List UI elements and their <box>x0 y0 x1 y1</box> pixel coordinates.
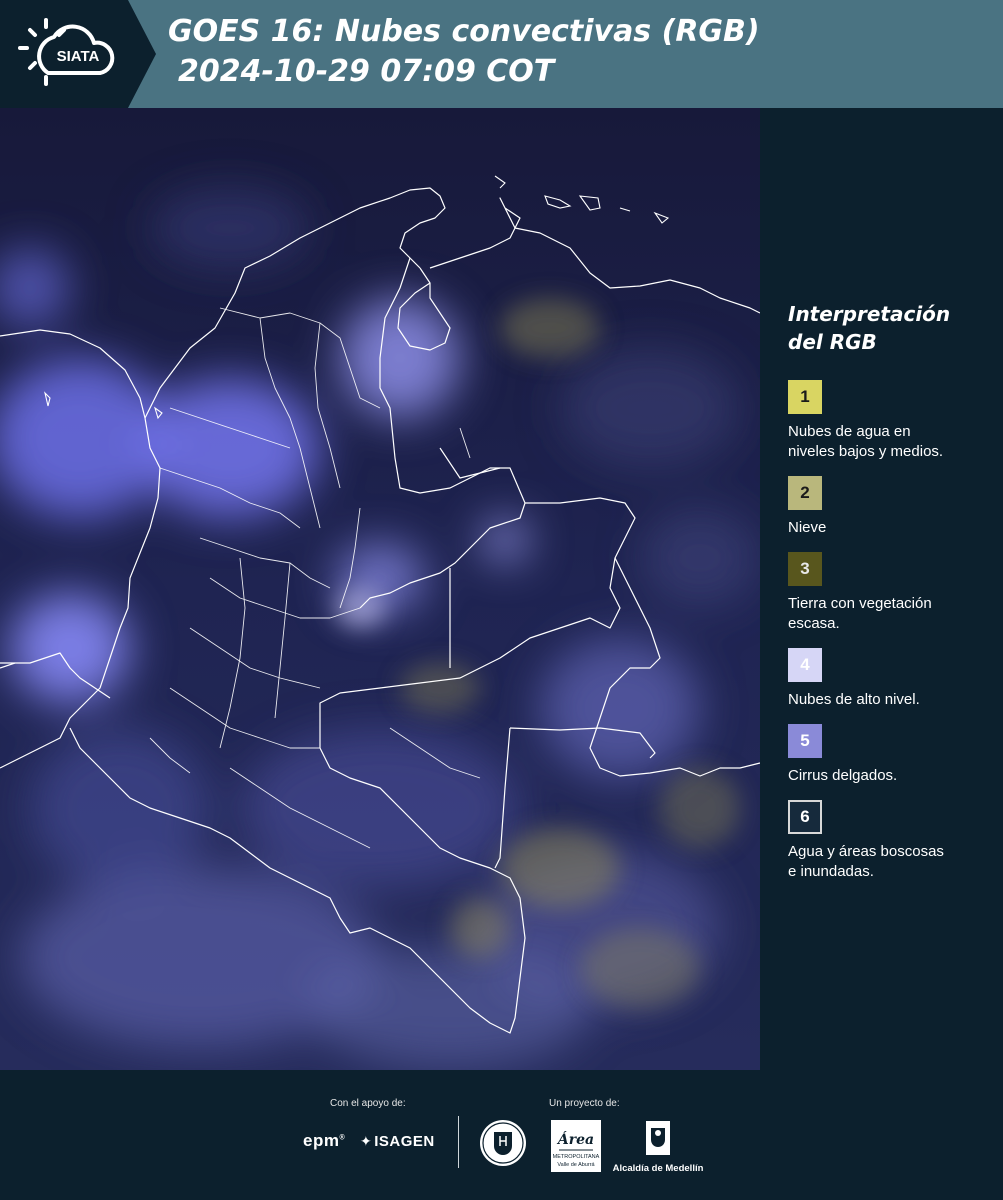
rgb-legend: Interpretación del RGB 1 Nubes de agua e… <box>788 300 988 896</box>
legend-title-line-1: Interpretación <box>788 302 951 326</box>
epm-logo: epm® <box>303 1131 346 1150</box>
legend-swatch: 5 <box>788 724 822 758</box>
satellite-map <box>0 108 760 1070</box>
medellin-seal-icon <box>480 1120 526 1166</box>
legend-label: Nubes de agua en niveles bajos y medios. <box>788 423 944 460</box>
header-bar: SIATA GOES 16: Nubes convectivas (RGB) 2… <box>0 0 1003 108</box>
legend-swatch: 2 <box>788 476 822 510</box>
legend-label: Agua y áreas boscosas e inundadas. <box>788 843 944 880</box>
legend-item-low-mid-water-clouds: 1 Nubes de agua en niveles bajos y medio… <box>788 380 988 462</box>
legend-label: Nubes de alto nivel. <box>788 691 920 708</box>
legend-number: 4 <box>800 655 810 674</box>
isagen-logo: ✦ ISAGEN <box>360 1133 435 1150</box>
svg-text:METROPOLITANA: METROPOLITANA <box>553 1154 600 1160</box>
alcaldia-label: Alcaldía de Medellín <box>612 1163 704 1174</box>
footer: Con el apoyo de: Un proyecto de: epm® ✦ I… <box>0 1070 1003 1200</box>
legend-item-snow: 2 Nieve <box>788 476 988 538</box>
legend-title-line-2: del RGB <box>788 330 877 354</box>
legend-number: 5 <box>800 731 810 750</box>
legend-number: 3 <box>800 559 810 578</box>
legend-item-high-clouds: 4 Nubes de alto nivel. <box>788 648 988 710</box>
footer-divider <box>458 1116 459 1168</box>
legend-swatch: 4 <box>788 648 822 682</box>
svg-text:Valle de Aburrá: Valle de Aburrá <box>557 1162 595 1168</box>
legend-item-thin-cirrus: 5 Cirrus delgados. <box>788 724 988 786</box>
logo-text: SIATA <box>57 48 100 65</box>
page-title: GOES 16: Nubes convectivas (RGB) <box>168 14 760 49</box>
isagen-mark-icon: ✦ <box>360 1133 373 1149</box>
legend-item-water-forest-flooded: 6 Agua y áreas boscosas e inundadas. <box>788 800 988 882</box>
area-metropolitana-logo: Área METROPOLITANA Valle de Aburrá <box>551 1120 601 1177</box>
legend-number: 2 <box>800 483 810 502</box>
legend-swatch: 1 <box>788 380 822 414</box>
legend-swatch: 6 <box>788 800 822 834</box>
legend-label: Tierra con vegetación escasa. <box>788 595 932 632</box>
legend-number: 1 <box>800 387 810 406</box>
siata-logo: SIATA <box>0 0 160 108</box>
svg-text:Área: Área <box>556 1130 594 1148</box>
legend-number: 6 <box>800 807 810 826</box>
legend-title: Interpretación del RGB <box>788 300 988 356</box>
legend-label: Nieve <box>788 519 827 536</box>
legend-swatch: 3 <box>788 552 822 586</box>
legend-label: Cirrus delgados. <box>788 767 898 784</box>
support-caption: Con el apoyo de: <box>330 1098 406 1109</box>
legend-item-sparse-vegetation-land: 3 Tierra con vegetación escasa. <box>788 552 988 634</box>
alcaldia-medellin-logo: Alcaldía de Medellín <box>612 1120 704 1174</box>
alcaldia-crest-icon <box>646 1121 670 1155</box>
page-timestamp: 2024-10-29 07:09 COT <box>178 54 555 89</box>
project-caption: Un proyecto de: <box>549 1098 620 1109</box>
